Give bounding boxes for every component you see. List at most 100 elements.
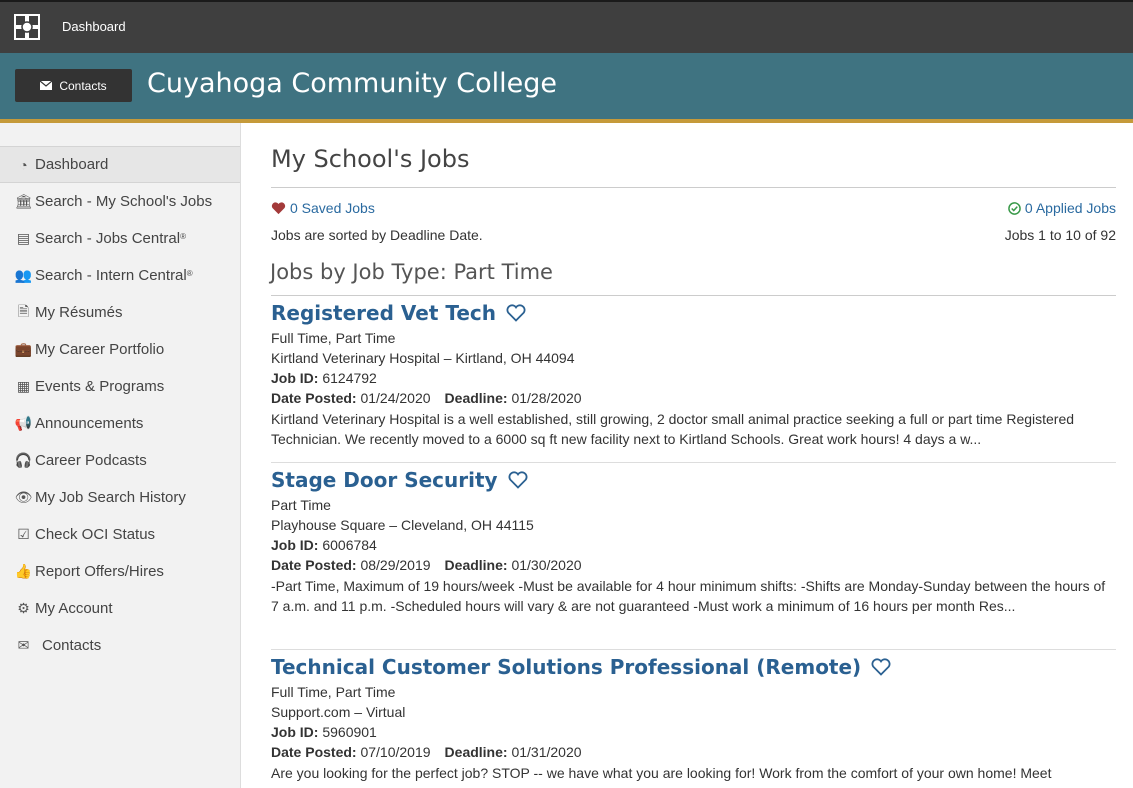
users-icon: 👥 — [14, 267, 33, 283]
sidebar-item-oci-status[interactable]: ☑ Check OCI Status — [0, 516, 240, 553]
sidebar-item-contacts[interactable]: ✉ Contacts — [0, 627, 240, 664]
headphones-icon: 🎧 — [14, 452, 33, 468]
job-listing: Registered Vet Tech Full Time, Part Time… — [271, 298, 1116, 449]
top-dashboard-link[interactable]: Dashboard — [62, 19, 126, 34]
job-listing: Stage Door Security Part Time Playhouse … — [271, 465, 1116, 616]
sidebar-item-search-schools-jobs[interactable]: 🏛 Search - My School's Jobs — [0, 183, 240, 220]
job-location: Support.com – Virtual — [271, 704, 406, 720]
applied-jobs-link[interactable]: 0 Applied Jobs — [1008, 200, 1116, 216]
job-type: Part Time — [271, 497, 331, 513]
account-icon: ⚙ — [17, 600, 30, 616]
results-count: Jobs 1 to 10 of 92 — [1004, 227, 1116, 243]
date-posted-label: Date Posted: — [271, 744, 357, 760]
date-posted-label: Date Posted: — [271, 390, 357, 406]
top-nav-bar: Dashboard — [0, 0, 1133, 53]
sidebar-item-label: Events & Programs — [35, 378, 165, 395]
sidebar-item-label: My Résumés — [35, 304, 123, 321]
divider — [271, 462, 1116, 463]
page-title: My School's Jobs — [271, 145, 470, 173]
job-title-link[interactable]: Stage Door Security — [271, 468, 498, 492]
envelope-icon: ✉ — [17, 637, 30, 653]
applied-jobs-label: 0 Applied Jobs — [1024, 200, 1116, 216]
sidebar-item-resumes[interactable]: 🗎 My Résumés — [0, 294, 240, 331]
flag-icon: ▤ — [16, 230, 31, 246]
sidebar-item-announcements[interactable]: 📢 Announcements — [0, 405, 240, 442]
sidebar-item-label: My Account — [35, 600, 113, 617]
file-icon: 🗎 — [17, 302, 30, 319]
contacts-button[interactable]: Contacts — [15, 69, 132, 102]
sidebar-item-my-account[interactable]: ⚙ My Account — [0, 590, 240, 627]
job-id-value: 6124792 — [322, 370, 377, 386]
job-location: Kirtland Veterinary Hospital – Kirtland,… — [271, 350, 575, 366]
date-posted-value: 01/24/2020 — [360, 390, 431, 406]
job-title-link[interactable]: Technical Customer Solutions Professiona… — [271, 655, 861, 679]
sidebar-item-label: Search - My School's Jobs — [35, 193, 213, 210]
logo-icon[interactable] — [14, 14, 40, 40]
job-type-heading: Jobs by Job Type: Part Time — [270, 260, 553, 284]
sidebar: ◔ Dashboard 🏛 Search - My School's Jobs … — [0, 123, 241, 788]
sidebar-item-career-portfolio[interactable]: 💼 My Career Portfolio — [0, 331, 240, 368]
sidebar-item-jobs-central[interactable]: ▤ Search - Jobs Central ® — [0, 220, 240, 257]
job-dates-row: Date Posted: 07/10/2019 Deadline: 01/31/2… — [271, 742, 1116, 762]
date-posted-value: 08/29/2019 — [360, 557, 431, 573]
sidebar-item-label: Contacts — [42, 637, 102, 654]
heart-icon — [271, 201, 286, 214]
job-id-label: Job ID: — [271, 370, 319, 386]
job-description: Are you looking for the perfect job? STO… — [271, 765, 1052, 781]
heart-outline-icon[interactable] — [871, 658, 891, 676]
dashboard-icon: ◔ — [19, 156, 28, 173]
briefcase-icon: 💼 — [14, 341, 33, 357]
deadline-value: 01/28/2020 — [511, 390, 582, 406]
job-id-label: Job ID: — [271, 724, 319, 740]
eye-icon: 👁 — [14, 489, 33, 505]
job-id-value: 6006784 — [322, 537, 377, 553]
deadline-value: 01/31/2020 — [511, 744, 582, 760]
divider — [271, 295, 1116, 296]
job-description: -Part Time, Maximum of 19 hours/week -Mu… — [271, 578, 1106, 614]
job-type: Full Time, Part Time — [271, 684, 396, 700]
deadline-label: Deadline: — [444, 744, 508, 760]
envelope-icon — [40, 81, 53, 90]
divider — [271, 649, 1116, 650]
job-id-row: Job ID: 6006784 — [271, 535, 1116, 555]
date-posted-label: Date Posted: — [271, 557, 357, 573]
sort-info: Jobs are sorted by Deadline Date. — [271, 227, 483, 243]
job-id-value: 5960901 — [322, 724, 377, 740]
deadline-label: Deadline: — [444, 390, 508, 406]
job-id-row: Job ID: 5960901 — [271, 722, 1116, 742]
saved-jobs-link[interactable]: 0 Saved Jobs — [271, 200, 375, 216]
sidebar-item-podcasts[interactable]: 🎧 Career Podcasts — [0, 442, 240, 479]
bullhorn-icon: 📢 — [14, 415, 33, 431]
sidebar-item-events[interactable]: ▦ Events & Programs — [0, 368, 240, 405]
check-square-icon: ☑ — [17, 526, 30, 542]
calendar-icon: ▦ — [16, 378, 31, 394]
sidebar-item-label: Search - Intern Central — [35, 267, 187, 284]
heart-outline-icon[interactable] — [508, 471, 528, 489]
sidebar-item-label: My Job Search History — [35, 489, 186, 506]
saved-jobs-label: 0 Saved Jobs — [290, 200, 375, 216]
job-title-link[interactable]: Registered Vet Tech — [271, 301, 496, 325]
sidebar-item-label: My Career Portfolio — [35, 341, 165, 358]
registered-mark: ® — [186, 269, 193, 278]
deadline-label: Deadline: — [444, 557, 508, 573]
job-type: Full Time, Part Time — [271, 330, 396, 346]
sidebar-item-label: Dashboard — [35, 156, 109, 173]
sidebar-item-label: Report Offers/Hires — [35, 563, 164, 580]
thumbs-up-icon: 👍 — [14, 563, 33, 579]
job-dates-row: Date Posted: 08/29/2019 Deadline: 01/30/2… — [271, 555, 1116, 575]
sidebar-item-intern-central[interactable]: 👥 Search - Intern Central ® — [0, 257, 240, 294]
college-name: Cuyahoga Community College — [147, 68, 557, 99]
sidebar-item-label: Search - Jobs Central — [35, 230, 181, 247]
job-description: Kirtland Veterinary Hospital is a well e… — [271, 411, 1075, 447]
heart-outline-icon[interactable] — [506, 304, 526, 322]
institution-icon: 🏛 — [14, 193, 33, 209]
sidebar-item-report-offers[interactable]: 👍 Report Offers/Hires — [0, 553, 240, 590]
sidebar-item-label: Check OCI Status — [35, 526, 156, 543]
college-header: Contacts Cuyahoga Community College — [0, 53, 1133, 123]
sidebar-item-dashboard[interactable]: ◔ Dashboard — [0, 146, 240, 183]
sidebar-item-label: Announcements — [35, 415, 144, 432]
job-id-row: Job ID: 6124792 — [271, 368, 1116, 388]
divider — [271, 187, 1116, 188]
deadline-value: 01/30/2020 — [511, 557, 582, 573]
sidebar-item-job-search-history[interactable]: 👁 My Job Search History — [0, 479, 240, 516]
